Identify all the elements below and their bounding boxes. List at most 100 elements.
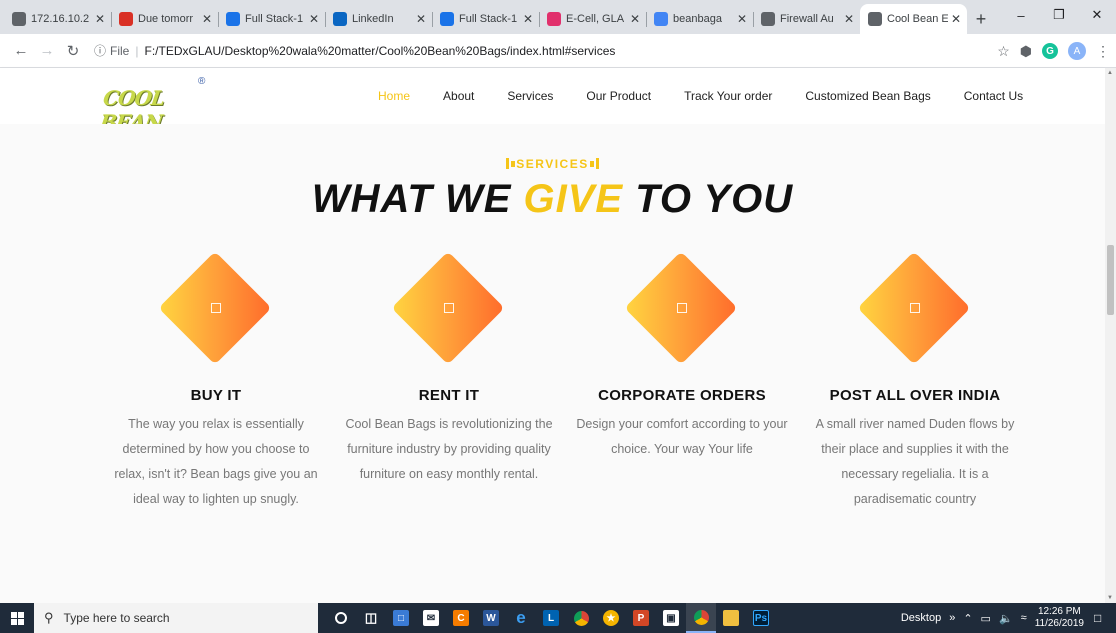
browser-tab-title: Full Stack-1 [459, 13, 518, 25]
app-yellow-icon[interactable]: ★ [596, 603, 626, 633]
browser-tab[interactable]: Firewall Au ✕ [753, 4, 860, 34]
browser-tab[interactable]: LinkedIn ✕ [325, 4, 432, 34]
page-scrollbar[interactable]: ▲ ▼ [1105, 68, 1116, 603]
close-tab-icon[interactable]: ✕ [95, 12, 105, 26]
scroll-down-arrow-icon[interactable]: ▼ [1107, 595, 1113, 601]
address-separator: | [135, 43, 139, 58]
mail-icon[interactable]: ✉ [416, 603, 446, 633]
wifi-icon[interactable]: ≈ [1021, 612, 1027, 624]
nav-link-our-product[interactable]: Our Product [586, 89, 651, 103]
service-card-rent: RENT IT Cool Bean Bags is revolutionizin… [338, 250, 560, 487]
service-card-buy: BUY IT The way you relax is essentially … [105, 250, 327, 512]
taskbar-search[interactable]: ⚲ Type here to search [34, 603, 318, 633]
browser-tab-title: Cool Bean E [887, 13, 948, 25]
close-tab-icon[interactable]: ✕ [844, 12, 854, 26]
system-tray: Desktop » ⌃ ▭ 🔈 ≈ 12:26 PM 11/26/2019 □ [901, 603, 1116, 633]
windows-taskbar: ⚲ Type here to search ◫ □ ✉ C W e L ★ P … [0, 603, 1116, 633]
browser-tab[interactable]: Full Stack-1 ✕ [432, 4, 539, 34]
overflow-chevron-icon[interactable]: » [949, 612, 955, 624]
diamond-badge [105, 250, 327, 366]
battery-icon[interactable]: ▭ [981, 612, 991, 625]
chrome-active-icon[interactable] [686, 603, 716, 633]
site-nav: Home About Services Our Product Track Your o… [378, 68, 1056, 124]
extension-icon[interactable]: ⬢ [1020, 43, 1032, 60]
volume-icon[interactable]: 🔈 [999, 612, 1013, 625]
card-text: Cool Bean Bags is revolutionizing the fu… [345, 417, 553, 481]
task-view-icon[interactable]: ◫ [356, 603, 386, 633]
profile-avatar[interactable]: A [1068, 42, 1086, 60]
grammarly-icon[interactable]: G [1042, 43, 1058, 59]
services-section: SERVICES WHAT WE GIVE TO YOU BUY IT The … [0, 124, 1105, 603]
edge-icon[interactable]: e [506, 603, 536, 633]
browser-tab[interactable]: 172.16.10.2 ✕ [4, 4, 111, 34]
taskbar-search-placeholder: Type here to search [63, 611, 170, 625]
folder-icon[interactable] [716, 603, 746, 633]
close-tab-icon[interactable]: ✕ [309, 12, 319, 26]
nav-link-about[interactable]: About [443, 89, 474, 103]
close-tab-icon[interactable]: ✕ [951, 12, 961, 26]
restore-icon[interactable]: ❐ [1040, 0, 1078, 30]
card-text: A small river named Duden flows by their… [815, 417, 1015, 506]
service-card-corporate: CORPORATE ORDERS Design your comfort acc… [571, 250, 793, 462]
app-orange-icon[interactable]: C [446, 603, 476, 633]
address-bar[interactable]: ⓘ File | F:/TEDxGLAU/Desktop%20wala%20ma… [94, 38, 1014, 64]
cortana-icon[interactable] [326, 603, 356, 633]
nav-link-track-your-order[interactable]: Track Your order [684, 89, 772, 103]
menu-dots-icon[interactable]: ⋮ [1096, 43, 1110, 60]
bookmark-star-icon[interactable]: ☆ [997, 43, 1010, 60]
close-tab-icon[interactable]: ✕ [523, 12, 533, 26]
nav-link-contact-us[interactable]: Contact Us [964, 89, 1023, 103]
new-tab-button[interactable]: + [967, 4, 995, 34]
card-title: BUY IT [190, 387, 242, 404]
word-icon[interactable]: W [476, 603, 506, 633]
browser-toolbar: ← → ↻ ⓘ File | F:/TEDxGLAU/Desktop%20wal… [0, 34, 1116, 68]
browser-tab-title: 172.16.10.2 [31, 13, 90, 25]
taskbar-apps: ◫ □ ✉ C W e L ★ P ▣ Ps [326, 603, 776, 633]
browser-tab[interactable]: Full Stack-1 ✕ [218, 4, 325, 34]
powerpoint-icon[interactable]: P [626, 603, 656, 633]
minimize-icon[interactable]: – [1002, 0, 1040, 30]
back-arrow-icon[interactable]: ← [8, 42, 34, 59]
start-button[interactable] [0, 603, 34, 633]
browser-tab-title: Full Stack-1 [245, 13, 304, 25]
card-title: POST ALL OVER INDIA [829, 387, 1001, 404]
close-tab-icon[interactable]: ✕ [630, 12, 640, 26]
reload-icon[interactable]: ↻ [60, 42, 86, 60]
close-tab-icon[interactable]: ✕ [737, 12, 747, 26]
site-logo[interactable]: COOL BEAN BAGS ® [95, 76, 210, 158]
scroll-up-arrow-icon[interactable]: ▲ [1107, 70, 1113, 76]
service-card-post: POST ALL OVER INDIA A small river named … [804, 250, 1026, 512]
classroom-icon [440, 12, 454, 26]
chrome-icon[interactable] [566, 603, 596, 633]
notification-icon[interactable]: □ [1094, 611, 1116, 625]
close-tab-icon[interactable]: ✕ [202, 12, 212, 26]
nav-link-home[interactable]: Home [378, 89, 410, 103]
browser-tab[interactable]: E-Cell, GLA ✕ [539, 4, 646, 34]
globe-icon [761, 12, 775, 26]
card-text: Design your comfort according to your ch… [576, 417, 788, 456]
desktop-toolbar-label[interactable]: Desktop [901, 612, 941, 624]
nav-link-customized-bean-bags[interactable]: Customized Bean Bags [805, 89, 930, 103]
subheading-bar-right-2 [595, 158, 599, 169]
browser-tab[interactable]: beanbaga ✕ [646, 4, 753, 34]
close-window-icon[interactable]: ✕ [1078, 0, 1116, 30]
clock-time: 12:26 PM [1037, 606, 1081, 617]
forward-arrow-icon[interactable]: → [34, 42, 60, 59]
browser-tab-title: Firewall Au [780, 13, 834, 25]
classroom-icon [226, 12, 240, 26]
app-blue-icon[interactable]: L [536, 603, 566, 633]
tray-up-arrow-icon[interactable]: ⌃ [963, 612, 972, 625]
info-icon[interactable]: ⓘ [94, 42, 106, 59]
close-tab-icon[interactable]: ✕ [416, 12, 426, 26]
clock[interactable]: 12:26 PM 11/26/2019 [1035, 606, 1084, 630]
photoshop-icon[interactable]: Ps [746, 603, 776, 633]
globe-icon [12, 12, 26, 26]
google-icon [654, 12, 668, 26]
nav-link-services[interactable]: Services [507, 89, 553, 103]
store-icon[interactable]: ▣ [656, 603, 686, 633]
address-url[interactable]: F:/TEDxGLAU/Desktop%20wala%20matter/Cool… [144, 44, 615, 58]
browser-tab[interactable]: Due tomorr ✕ [111, 4, 218, 34]
file-app-icon[interactable]: □ [386, 603, 416, 633]
browser-tab[interactable]: Cool Bean E ✕ [860, 4, 967, 34]
scrollbar-thumb[interactable] [1107, 245, 1114, 315]
